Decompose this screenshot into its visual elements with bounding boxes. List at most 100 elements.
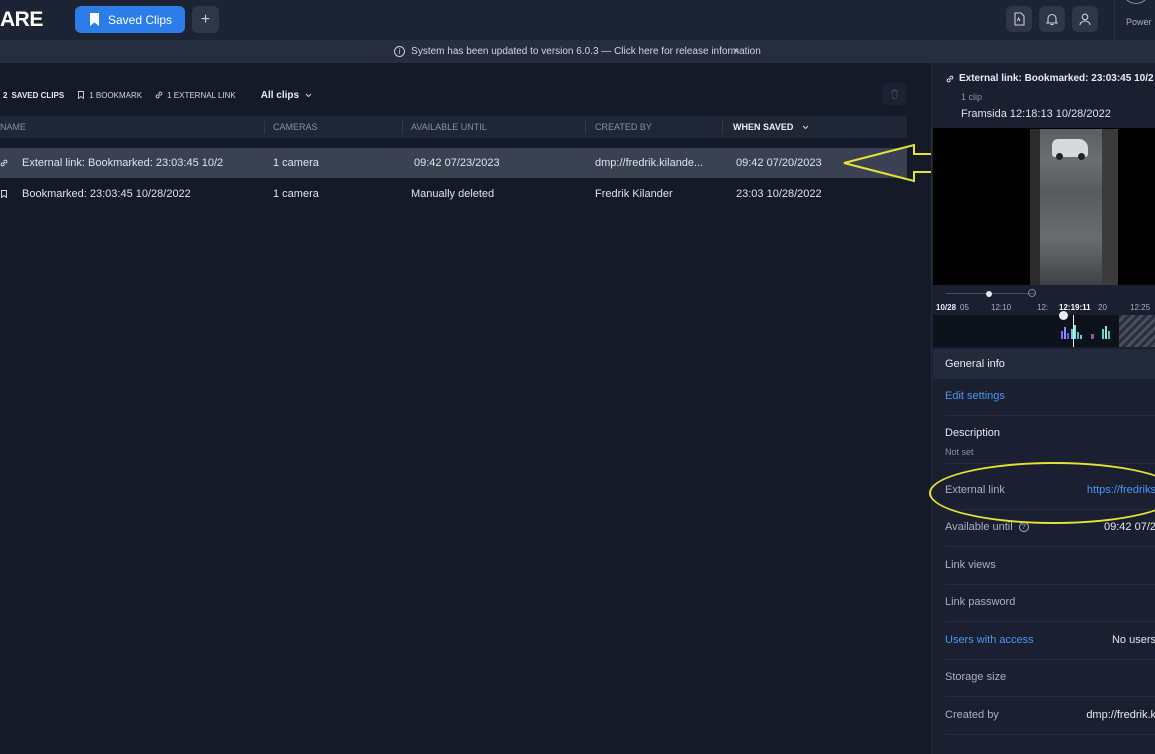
- column-divider[interactable]: [402, 120, 403, 134]
- link-views-label: Link views: [945, 559, 996, 571]
- filter-bookmark[interactable]: 1 BOOKMARK: [77, 91, 142, 100]
- available-until-text: Available until: [945, 521, 1013, 533]
- clip-title-text: External link: Bookmarked: 23:03:45 10/2: [959, 73, 1154, 84]
- row-name: External link: Bookmarked: 23:03:45 10/2: [22, 157, 224, 169]
- available-until-value: 09:42 07/2: [1104, 521, 1155, 533]
- power-icon[interactable]: [1122, 0, 1150, 4]
- timeline-tick: 12:10: [991, 303, 1012, 312]
- row-when-saved: 23:03 10/28/2022: [736, 188, 822, 200]
- report-button[interactable]: [1006, 6, 1032, 32]
- description-row: Description Not set: [945, 416, 1155, 464]
- description-value: Not set: [945, 447, 974, 457]
- column-cameras[interactable]: CAMERAS: [273, 122, 318, 132]
- general-info-header[interactable]: General info: [933, 349, 1155, 379]
- clip-details-panel: External link: Bookmarked: 23:03:45 10/2…: [931, 63, 1155, 754]
- created-by-row: Created by dmp://fredrik.k: [945, 698, 1155, 735]
- edit-settings-link[interactable]: Edit settings: [945, 390, 1005, 402]
- column-divider[interactable]: [264, 120, 265, 134]
- power-label: Power: [1126, 17, 1152, 27]
- column-divider[interactable]: [722, 120, 723, 134]
- row-created-by: dmp://fredrik.kilande...: [595, 157, 704, 169]
- camera-frame: [1030, 129, 1118, 285]
- bookmark-icon: [90, 13, 99, 26]
- row-cameras: 1 camera: [273, 157, 319, 169]
- available-until-label: Available until?: [945, 521, 1029, 533]
- info-icon: i: [394, 46, 406, 57]
- table-header: NAME CAMERAS AVAILABLE UNTIL CREATED BY …: [0, 116, 907, 138]
- link-views-row: Link views: [945, 548, 1155, 585]
- column-when-saved-label: WHEN SAVED: [733, 122, 794, 132]
- add-tab-button[interactable]: +: [192, 6, 219, 33]
- document-icon: [1014, 12, 1025, 26]
- row-name: Bookmarked: 23:03:45 10/28/2022: [22, 188, 191, 200]
- delete-button[interactable]: [882, 83, 907, 105]
- playhead[interactable]: [1073, 315, 1074, 347]
- all-clips-dropdown[interactable]: All clips: [261, 90, 312, 101]
- row-created-by: Fredrik Kilander: [595, 188, 673, 200]
- wall: [1102, 129, 1118, 285]
- update-notice-text[interactable]: System has been updated to version 6.0.3…: [411, 46, 761, 57]
- notifications-button[interactable]: [1039, 6, 1065, 32]
- description-label: Description: [945, 427, 1001, 439]
- zoom-slider-handle[interactable]: [986, 291, 992, 297]
- link-password-row: Link password: [945, 585, 1155, 622]
- user-button[interactable]: [1072, 6, 1098, 32]
- row-available-until: 09:42 07/23/2023: [414, 157, 500, 169]
- search-icon[interactable]: [1028, 289, 1036, 297]
- activity-bars: [1061, 325, 1110, 339]
- timeline-tick: 20: [1098, 303, 1107, 312]
- bookmark-icon: [1, 190, 7, 198]
- column-name[interactable]: NAME: [0, 122, 26, 132]
- clip-camera-time[interactable]: Framsida 12:18:13 10/28/2022: [961, 108, 1111, 120]
- timeline-tick: 12:: [1037, 303, 1049, 312]
- pole: [1030, 129, 1040, 285]
- timeline-tick: 12:25: [1130, 303, 1151, 312]
- topbar-divider: [1114, 0, 1115, 40]
- close-icon[interactable]: ×: [733, 46, 739, 57]
- bell-icon: [1045, 13, 1059, 26]
- link-icon: [946, 75, 954, 82]
- future-region: [1119, 315, 1155, 347]
- filter-external-link[interactable]: 1 EXTERNAL LINK: [155, 91, 236, 100]
- sort-desc-icon: [802, 125, 809, 130]
- trash-icon: [891, 89, 898, 99]
- clip-title: External link: Bookmarked: 23:03:45 10/2: [946, 73, 1154, 84]
- timeline-date: 10/28: [936, 303, 957, 312]
- top-bar: ARE Saved Clips + Power: [0, 0, 1155, 40]
- link-icon: [0, 159, 8, 167]
- video-preview[interactable]: [933, 128, 1155, 285]
- column-when-saved[interactable]: WHEN SAVED: [733, 122, 809, 132]
- users-access-link[interactable]: Users with access: [945, 634, 1034, 646]
- filter-saved-clips[interactable]: 2 SAVED CLIPS: [3, 91, 64, 100]
- help-icon[interactable]: ?: [1018, 522, 1029, 532]
- storage-size-row: Storage size: [945, 660, 1155, 697]
- storage-size-label: Storage size: [945, 671, 1007, 683]
- wheel: [1056, 153, 1063, 160]
- column-divider[interactable]: [585, 120, 586, 134]
- playhead-handle[interactable]: [1059, 311, 1068, 320]
- timeline[interactable]: [933, 311, 1155, 347]
- created-by-label: Created by: [945, 709, 999, 721]
- row-cameras: 1 camera: [273, 188, 319, 200]
- column-created-by[interactable]: CREATED BY: [595, 122, 652, 132]
- saved-clips-label: SAVED CLIPS: [11, 90, 65, 100]
- tab-saved-clips[interactable]: Saved Clips: [75, 6, 185, 33]
- timeline-labels: 10/28 05 12:10 12: 12:19:11 20 12:25: [936, 303, 1155, 315]
- timeline-tick: 05: [960, 303, 969, 312]
- row-available-until: Manually deleted: [411, 188, 495, 200]
- link-password-label: Link password: [945, 596, 1016, 608]
- filter-external-link-label: 1 EXTERNAL LINK: [167, 90, 236, 100]
- column-available-until[interactable]: AVAILABLE UNTIL: [411, 122, 487, 132]
- tab-saved-clips-label: Saved Clips: [108, 12, 173, 27]
- users-access-value: No users: [1111, 634, 1155, 646]
- update-notice[interactable]: i System has been updated to version 6.0…: [0, 40, 1155, 63]
- table-row[interactable]: External link: Bookmarked: 23:03:45 10/2…: [0, 148, 907, 178]
- bookmark-icon: [78, 91, 85, 99]
- wheel: [1078, 153, 1085, 160]
- user-icon: [1079, 13, 1091, 26]
- link-icon: [155, 91, 163, 99]
- app-logo: ARE: [0, 8, 43, 31]
- edit-settings-row[interactable]: Edit settings: [945, 379, 1155, 416]
- table-row[interactable]: Bookmarked: 23:03:45 10/28/2022 1 camera…: [0, 179, 907, 209]
- row-when-saved: 09:42 07/20/2023: [736, 157, 822, 169]
